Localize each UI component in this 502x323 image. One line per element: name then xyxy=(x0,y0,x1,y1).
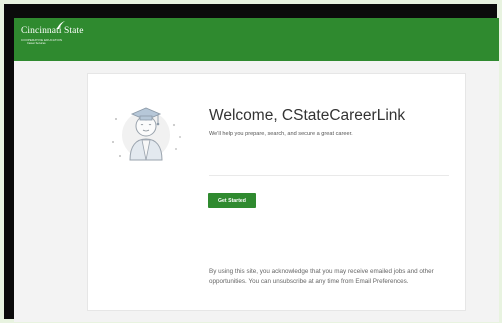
welcome-card: Welcome, CStateCareerLink We'll help you… xyxy=(87,73,466,311)
site-logo[interactable]: Cincinnati State COOPERATIVE EDUCATION C… xyxy=(21,21,84,46)
logo-name: Cincinnati State xyxy=(21,26,84,36)
graduate-icon xyxy=(112,107,181,161)
divider xyxy=(209,175,449,176)
get-started-button[interactable]: Get Started xyxy=(208,193,256,208)
app-screen: Cincinnati State COOPERATIVE EDUCATION C… xyxy=(14,18,499,322)
logo-subtitle-secondary: Career Services xyxy=(27,42,46,45)
welcome-subtitle: We'll help you prepare, search, and secu… xyxy=(209,131,353,137)
email-disclaimer: By using this site, you acknowledge that… xyxy=(209,268,434,285)
window-frame: Cincinnati State COOPERATIVE EDUCATION C… xyxy=(4,4,499,322)
welcome-title: Welcome, CStateCareerLink xyxy=(209,107,406,124)
swoosh-icon xyxy=(57,21,65,29)
top-header: Cincinnati State COOPERATIVE EDUCATION C… xyxy=(14,18,499,61)
